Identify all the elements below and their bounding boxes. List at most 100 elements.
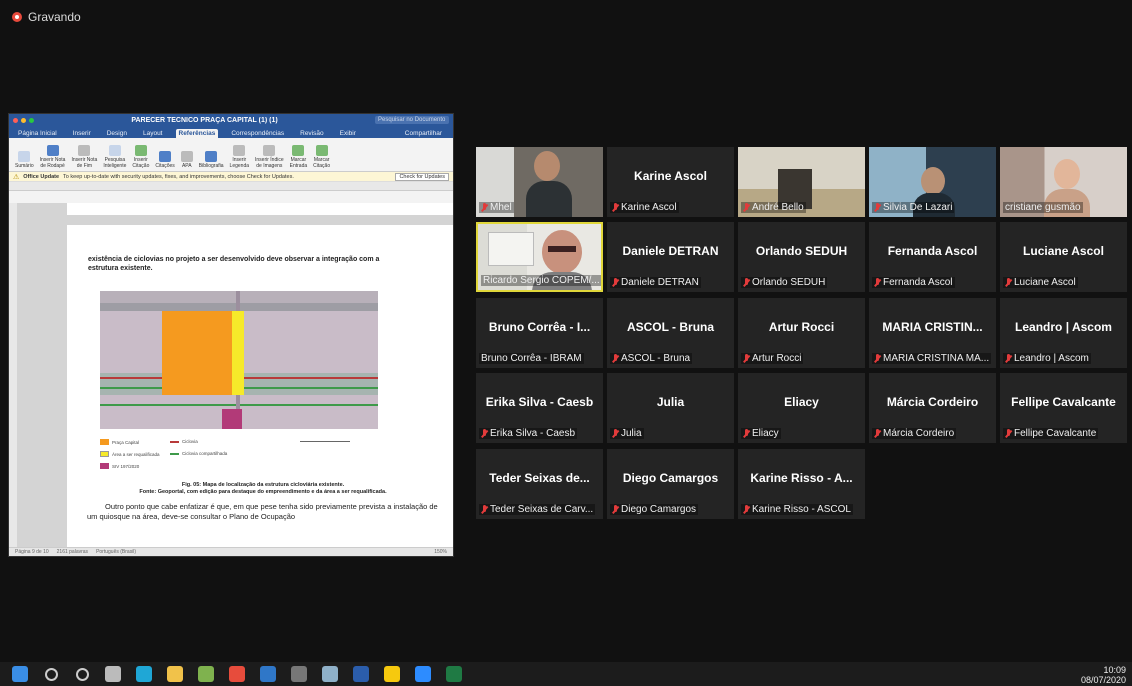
tab-revisao[interactable]: Revisão <box>297 129 326 138</box>
participant-tile-erika[interactable]: Erika Silva - Caesb Erika Silva - Caesb <box>476 373 603 443</box>
system-clock[interactable]: 10:09 08/07/2020 <box>1081 665 1126 685</box>
insert-table-of-figures-button[interactable]: Inserir Índice de Imagens <box>255 145 284 169</box>
document-search-input[interactable]: Pesquisar no Documento <box>375 116 449 124</box>
participant-name-label: Erika Silva - Caesb <box>479 428 578 439</box>
zoom-level[interactable]: 150% <box>434 549 447 555</box>
insert-citation-button[interactable]: Inserir Citação <box>132 145 149 169</box>
word-icon <box>353 666 369 682</box>
participant-tile-karine-ascol[interactable]: Karine Ascol Karine Ascol <box>607 147 734 217</box>
participant-tile-silvia[interactable]: Silvia De Lazari <box>869 147 996 217</box>
update-message: To keep up-to-date with security updates… <box>63 173 294 180</box>
recording-label: Gravando <box>28 10 81 24</box>
participant-tile-orlando[interactable]: Orlando SEDUH Orlando SEDUH <box>738 222 865 292</box>
insert-footnote-button[interactable]: Inserir Nota de Rodapé <box>40 145 65 169</box>
orange-swatch <box>100 439 109 445</box>
close-window-icon[interactable] <box>13 117 18 123</box>
green-line-swatch <box>170 452 179 455</box>
participant-tile-leandro[interactable]: Leandro | Ascom Leandro | Ascom <box>1000 298 1127 368</box>
taskbar-zoom-button[interactable] <box>412 663 434 685</box>
tab-exibir[interactable]: Exibir <box>337 129 359 138</box>
sticky-notes-icon <box>384 666 400 682</box>
participant-name-label: André Bello <box>741 202 806 213</box>
taskbar-search-button[interactable] <box>40 663 62 685</box>
mark-citation-button[interactable]: Marcar Citação <box>313 145 330 169</box>
tab-referencias[interactable]: Referências <box>175 129 219 138</box>
language-indicator[interactable]: Português (Brasil) <box>96 549 136 555</box>
participant-display-name: Daniele DETRAN <box>622 244 719 258</box>
participant-tile-eliacy[interactable]: Eliacy Eliacy <box>738 373 865 443</box>
participant-display-name: ASCOL - Bruna <box>626 320 715 334</box>
participant-tile-mhel[interactable]: Mhel <box>476 147 603 217</box>
bibliography-button[interactable]: Bibliografia <box>199 150 224 170</box>
horizontal-ruler[interactable] <box>9 182 453 191</box>
search-icon <box>44 667 58 681</box>
check-for-updates-button[interactable]: Check for Updates <box>395 172 449 181</box>
tab-pagina-inicial[interactable]: Página Inicial <box>15 129 60 138</box>
muted-mic-icon <box>1005 428 1012 439</box>
participant-display-name: Leandro | Ascom <box>1015 320 1112 334</box>
tab-correspondencias[interactable]: Correspondências <box>228 129 287 138</box>
taskbar-cortana-button[interactable] <box>71 663 93 685</box>
taskbar-sticky-notes-button[interactable] <box>381 663 403 685</box>
participant-tile-ricardo[interactable]: Ricardo Sergio COPEM/... <box>476 222 603 292</box>
insert-caption-button[interactable]: Inserir Legenda <box>230 145 249 169</box>
taskbar-steam-button[interactable] <box>288 663 310 685</box>
sumario-button[interactable]: Sumário <box>15 150 34 170</box>
participant-tile-cristiane[interactable]: cristiane gusmão <box>1000 147 1127 217</box>
praca-capital-area <box>162 311 232 395</box>
participant-tile-artur[interactable]: Artur Rocci Artur Rocci <box>738 298 865 368</box>
muted-mic-icon <box>874 353 881 364</box>
participant-tile-karine-risso[interactable]: Karine Risso - A... Karine Risso - ASCOL <box>738 449 865 519</box>
vertical-ruler[interactable] <box>9 203 17 547</box>
taskbar-outlook-button[interactable] <box>257 663 279 685</box>
outlook-icon <box>260 666 276 682</box>
participant-tile-bruna[interactable]: ASCOL - Bruna ASCOL - Bruna <box>607 298 734 368</box>
windows-taskbar: 10:09 08/07/2020 <box>0 662 1132 686</box>
participant-display-name: Luciane Ascol <box>1023 244 1104 258</box>
tab-design[interactable]: Design <box>104 129 130 138</box>
participant-display-name: Karine Risso - A... <box>750 471 853 485</box>
share-button[interactable]: Compartilhar <box>402 129 445 138</box>
participant-tile-marcia[interactable]: Márcia Cordeiro Márcia Cordeiro <box>869 373 996 443</box>
taskbar-store-button[interactable] <box>195 663 217 685</box>
citations-button[interactable]: Citações <box>155 150 175 170</box>
participant-tile-daniele[interactable]: Daniele DETRAN Daniele DETRAN <box>607 222 734 292</box>
paragraph-quiosque: Outro ponto que cabe enfatizar é que, em… <box>87 502 438 521</box>
document-canvas[interactable]: existência de ciclovias no projeto a ser… <box>9 203 453 547</box>
participant-name-label: Mhel <box>479 202 514 213</box>
participant-tile-teder[interactable]: Teder Seixas de... Teder Seixas de Carv..… <box>476 449 603 519</box>
bibliography-icon <box>205 150 218 162</box>
participant-tile-julia[interactable]: Julia Julia <box>607 373 734 443</box>
taskbar-excel-button[interactable] <box>443 663 465 685</box>
participant-display-name: Erika Silva - Caesb <box>485 395 594 409</box>
tab-layout[interactable]: Layout <box>140 129 166 138</box>
participant-name-label: Luciane Ascol <box>1003 277 1078 288</box>
participant-tile-andre[interactable]: André Bello <box>738 147 865 217</box>
participant-tile-maria[interactable]: MARIA CRISTIN... MARIA CRISTINA MA... <box>869 298 996 368</box>
tab-inserir[interactable]: Inserir <box>70 129 94 138</box>
taskbar-word-button[interactable] <box>350 663 372 685</box>
maximize-window-icon[interactable] <box>29 117 34 123</box>
muted-mic-icon <box>612 277 619 288</box>
participant-tile-fellipe[interactable]: Fellipe Cavalcante Fellipe Cavalcante <box>1000 373 1127 443</box>
taskbar-start-button[interactable] <box>9 663 31 685</box>
taskbar-edge-button[interactable] <box>133 663 155 685</box>
muted-mic-icon <box>481 428 488 439</box>
mark-entry-button[interactable]: Marcar Entrada <box>290 145 307 169</box>
insert-endnote-button[interactable]: Inserir Nota de Fim <box>71 145 97 169</box>
taskbar-app-button[interactable] <box>319 663 341 685</box>
smart-lookup-button[interactable]: Pesquisa Inteligente <box>103 145 126 169</box>
taskbar-task-view-button[interactable] <box>102 663 124 685</box>
participant-name-label: Orlando SEDUH <box>741 277 828 288</box>
minimize-window-icon[interactable] <box>21 117 26 123</box>
participant-tile-luciane[interactable]: Luciane Ascol Luciane Ascol <box>1000 222 1127 292</box>
muted-mic-icon <box>481 202 488 213</box>
style-select[interactable]: APA <box>180 150 193 170</box>
participant-name-label: Fellipe Cavalcante <box>1003 428 1099 439</box>
participant-tile-bruno[interactable]: Bruno Corrêa - I... Bruno Corrêa - IBRAM <box>476 298 603 368</box>
citations-icon <box>159 150 172 162</box>
taskbar-chrome-button[interactable] <box>226 663 248 685</box>
participant-tile-diego[interactable]: Diego Camargos Diego Camargos <box>607 449 734 519</box>
taskbar-file-explorer-button[interactable] <box>164 663 186 685</box>
participant-tile-fernanda[interactable]: Fernanda Ascol Fernanda Ascol <box>869 222 996 292</box>
